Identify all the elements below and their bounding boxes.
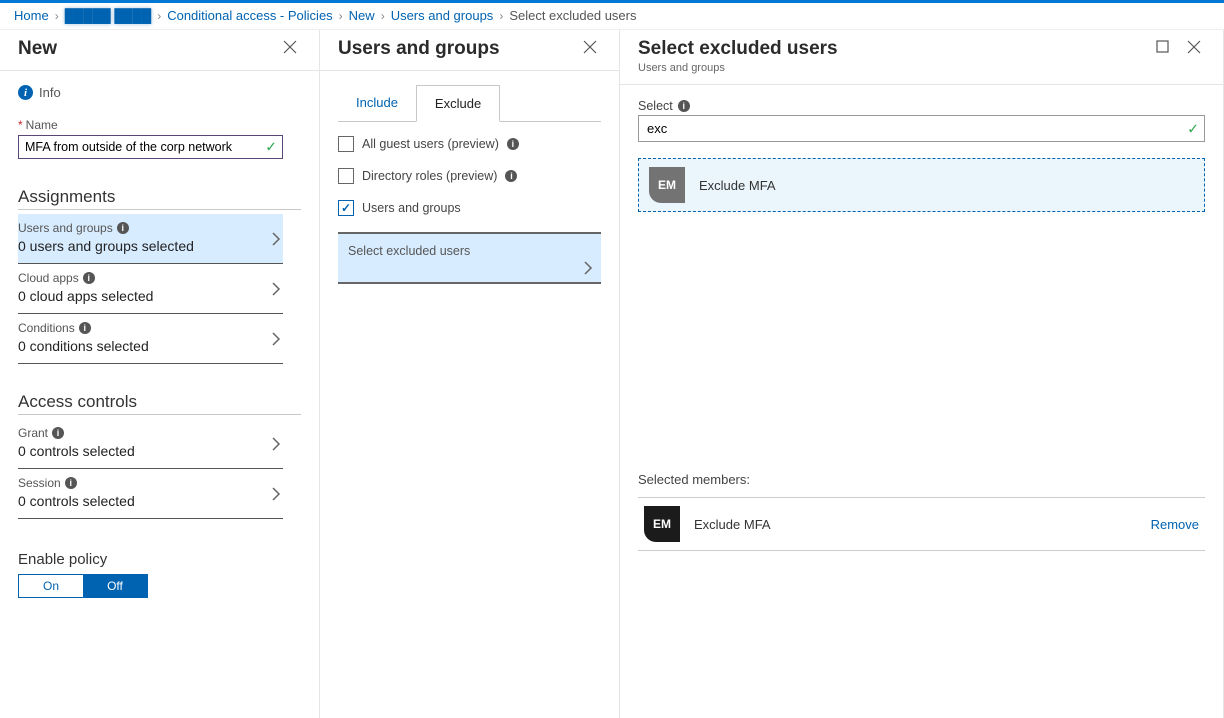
include-exclude-tabs: Include Exclude — [338, 85, 601, 122]
policy-name-input[interactable] — [18, 135, 283, 159]
name-label: *Name — [18, 118, 301, 132]
breadcrumb-current: Select excluded users — [509, 8, 636, 23]
info-icon: i — [79, 322, 91, 334]
info-row[interactable]: i Info — [18, 85, 301, 100]
selected-member-row: EM Exclude MFA Remove — [638, 497, 1205, 551]
breadcrumb-link-org[interactable]: █████ ████ — [65, 8, 152, 23]
info-icon: i — [52, 427, 64, 439]
blade-title-select-excluded: Select excluded users — [638, 38, 838, 60]
select-excluded-users-button[interactable]: Select excluded users — [338, 232, 601, 284]
info-label: Info — [39, 85, 61, 100]
breadcrumb-link-users-groups[interactable]: Users and groups — [391, 8, 494, 23]
selected-name: Exclude MFA — [694, 517, 771, 532]
chevron-right-icon — [271, 331, 281, 347]
chevron-right-icon: › — [381, 9, 385, 23]
breadcrumb: Home › █████ ████ › Conditional access -… — [0, 3, 1224, 30]
select-label: Select i — [638, 99, 1205, 113]
checkbox-checked-icon — [338, 200, 354, 216]
search-input[interactable] — [638, 115, 1205, 142]
blade-title-users-groups: Users and groups — [338, 38, 500, 60]
tab-include[interactable]: Include — [338, 85, 416, 121]
info-icon: i — [65, 477, 77, 489]
tab-exclude[interactable]: Exclude — [416, 85, 500, 122]
check-directory-roles[interactable]: Directory roles (preview) i — [338, 168, 601, 184]
breadcrumb-link-conditional-access[interactable]: Conditional access - Policies — [167, 8, 332, 23]
checkbox-icon — [338, 168, 354, 184]
chevron-right-icon — [583, 260, 593, 276]
chevron-right-icon — [271, 486, 281, 502]
access-grant[interactable]: Granti 0 controls selected — [18, 419, 283, 469]
blade-select-excluded-users: Select excluded users Users and groups S… — [620, 30, 1224, 718]
search-result-item[interactable]: EM Exclude MFA — [638, 158, 1205, 212]
toggle-off[interactable]: Off — [83, 575, 147, 597]
chevron-right-icon: › — [55, 9, 59, 23]
chevron-right-icon: › — [339, 9, 343, 23]
breadcrumb-link-new[interactable]: New — [349, 8, 375, 23]
toggle-on[interactable]: On — [19, 575, 83, 597]
check-users-groups[interactable]: Users and groups — [338, 200, 601, 216]
assignment-users-groups[interactable]: Users and groupsi 0 users and groups sel… — [18, 214, 283, 264]
close-icon — [283, 40, 297, 54]
blade-title-new: New — [18, 38, 57, 60]
info-icon: i — [507, 138, 519, 150]
info-icon: i — [678, 100, 690, 112]
info-icon: i — [505, 170, 517, 182]
close-icon — [1187, 40, 1201, 54]
access-controls-heading: Access controls — [18, 392, 301, 415]
close-button[interactable] — [579, 38, 601, 56]
blade-new: New i Info *Name ✓ Assignments Users and… — [0, 30, 320, 718]
check-guest-users[interactable]: All guest users (preview) i — [338, 136, 601, 152]
chevron-right-icon: › — [499, 9, 503, 23]
info-icon: i — [83, 272, 95, 284]
avatar: EM — [649, 167, 685, 203]
enable-policy-toggle[interactable]: On Off — [18, 574, 148, 598]
result-name: Exclude MFA — [699, 178, 776, 193]
close-button[interactable] — [279, 38, 301, 56]
remove-link[interactable]: Remove — [1151, 517, 1199, 532]
chevron-right-icon — [271, 281, 281, 297]
assignments-heading: Assignments — [18, 187, 301, 210]
blade-users-groups: Users and groups Include Exclude All gue… — [320, 30, 620, 718]
maximize-button[interactable] — [1152, 38, 1173, 55]
maximize-icon — [1156, 40, 1169, 53]
chevron-right-icon — [271, 231, 281, 247]
close-button[interactable] — [1183, 38, 1205, 56]
info-icon: i — [18, 85, 33, 100]
access-session[interactable]: Sessioni 0 controls selected — [18, 469, 283, 519]
assignment-cloud-apps[interactable]: Cloud appsi 0 cloud apps selected — [18, 264, 283, 314]
checkbox-icon — [338, 136, 354, 152]
chevron-right-icon: › — [157, 9, 161, 23]
chevron-right-icon — [271, 436, 281, 452]
blade-subtitle: Users and groups — [638, 62, 838, 74]
info-icon: i — [117, 222, 129, 234]
avatar: EM — [644, 506, 680, 542]
assignment-conditions[interactable]: Conditionsi 0 conditions selected — [18, 314, 283, 364]
close-icon — [583, 40, 597, 54]
selected-members-heading: Selected members: — [638, 472, 1205, 487]
enable-policy-heading: Enable policy — [18, 551, 301, 568]
breadcrumb-link-home[interactable]: Home — [14, 8, 49, 23]
